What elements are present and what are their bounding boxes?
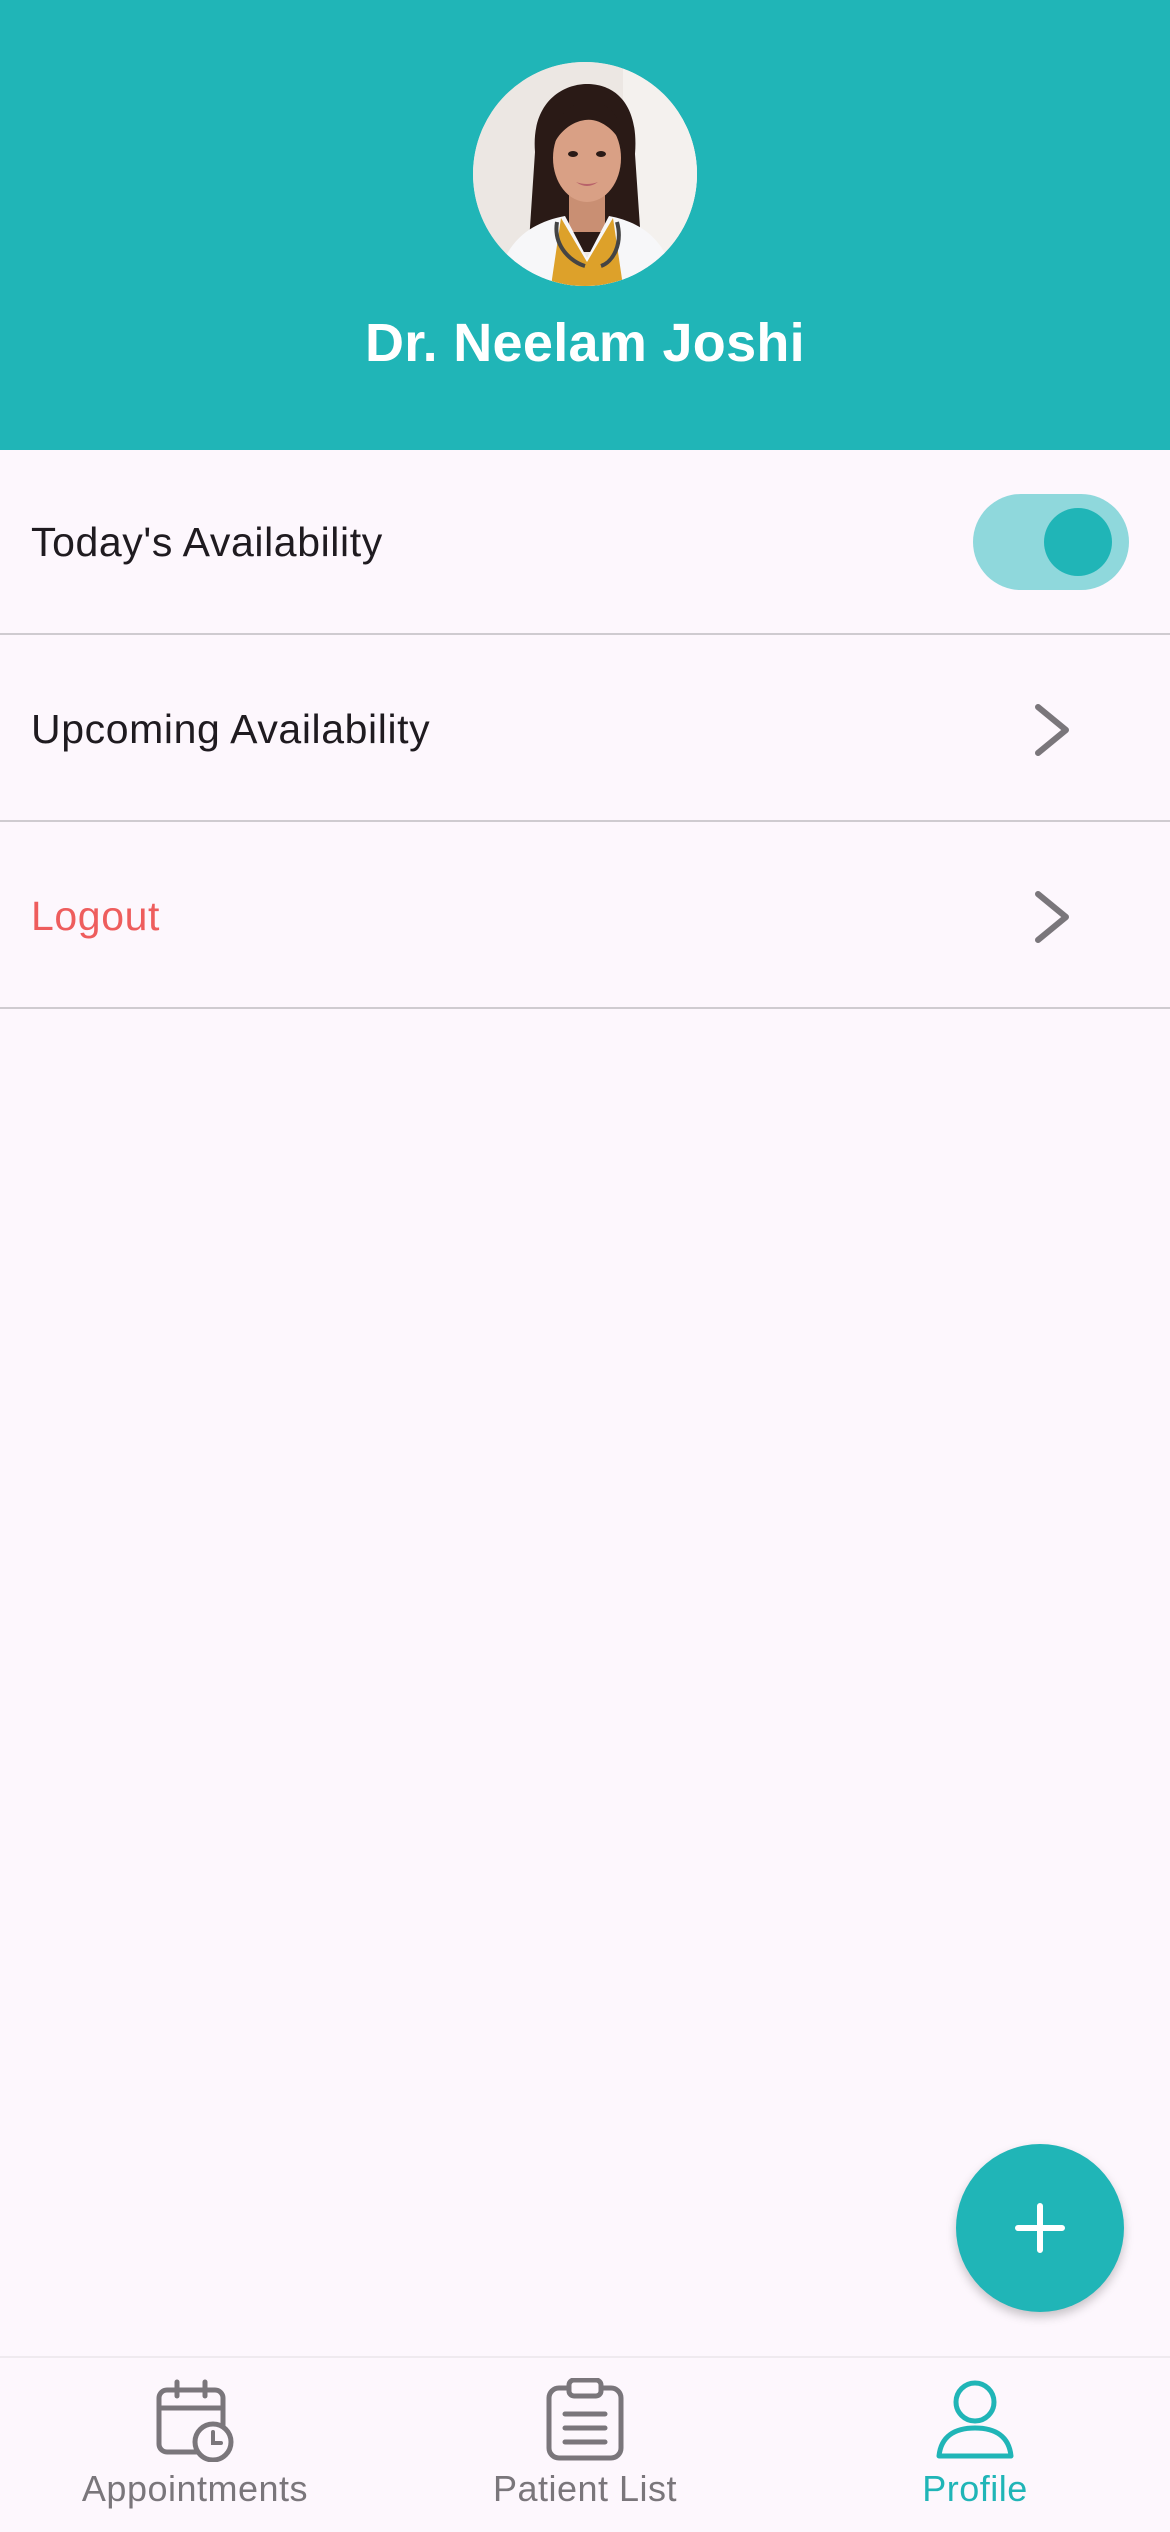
profile-header: Dr. Neelam Joshi — [0, 0, 1170, 450]
availability-toggle[interactable] — [973, 494, 1129, 590]
profile-screen: Dr. Neelam Joshi Today's Availability Up… — [0, 0, 1170, 2532]
avatar[interactable] — [473, 62, 697, 286]
chevron-right-icon — [1035, 891, 1069, 943]
doctor-portrait-icon — [473, 62, 697, 286]
nav-item-appointments[interactable]: Appointments — [0, 2358, 390, 2532]
person-icon — [936, 2380, 1014, 2459]
doctor-name: Dr. Neelam Joshi — [365, 313, 805, 373]
chevron-right-icon — [1035, 704, 1069, 756]
plus-icon — [1015, 2203, 1065, 2253]
todays-availability-label: Today's Availability — [31, 519, 383, 565]
logout-label: Logout — [31, 893, 161, 939]
nav-item-profile[interactable]: Profile — [780, 2358, 1170, 2532]
upcoming-availability-label: Upcoming Availability — [31, 706, 431, 752]
add-button[interactable] — [956, 2144, 1124, 2312]
clipboard-icon — [546, 2378, 624, 2461]
nav-label-profile: Profile — [922, 2468, 1028, 2509]
bottom-navigation: Appointments Patient List Profile — [0, 2356, 1170, 2532]
toggle-knob — [1044, 508, 1112, 576]
calendar-clock-icon — [156, 2379, 234, 2462]
nav-label-appointments: Appointments — [81, 2468, 309, 2509]
logout-row[interactable]: Logout — [0, 824, 1170, 1009]
upcoming-availability-row[interactable]: Upcoming Availability — [0, 637, 1170, 822]
nav-label-patient-list: Patient List — [492, 2468, 678, 2509]
nav-item-patient-list[interactable]: Patient List — [390, 2358, 780, 2532]
